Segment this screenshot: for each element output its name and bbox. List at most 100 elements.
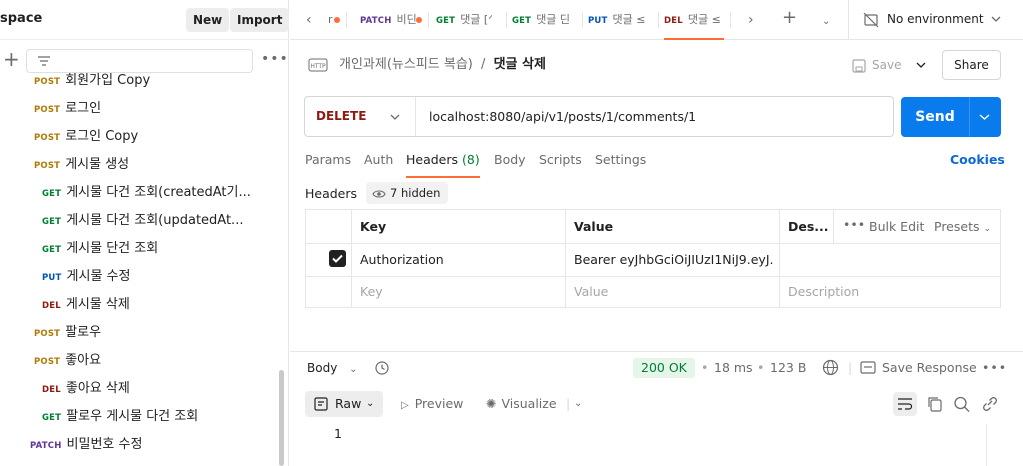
sidebar-item[interactable]: DEL 게시물 삭제 xyxy=(42,291,130,319)
divider xyxy=(306,243,1000,244)
header-value-cell[interactable]: Bearer eyJhbGciOiJIUzI1NiJ9.eyJ... xyxy=(574,252,774,267)
response-body-dropdown[interactable]: Body ⌄ xyxy=(307,361,358,375)
environment-selector[interactable]: No environment xyxy=(848,0,1023,40)
method-chevron-icon[interactable] xyxy=(390,113,400,121)
share-button[interactable]: Share xyxy=(942,50,1001,80)
chevron-down-icon: ⌄ xyxy=(366,398,375,409)
save-button[interactable]: Save xyxy=(852,55,901,75)
sidebar-item[interactable]: POST 로그인 Copy xyxy=(34,123,138,151)
method-badge: GET xyxy=(512,16,532,26)
hidden-headers-toggle[interactable]: 7 hidden xyxy=(366,182,449,204)
globe-icon[interactable] xyxy=(822,359,839,376)
breadcrumb-separator: / xyxy=(481,57,486,72)
body-label: Body xyxy=(307,361,338,375)
sidebar-item[interactable]: POST 좋아요 xyxy=(34,347,101,375)
sidebar-item[interactable]: POST 게시물 생성 xyxy=(34,151,129,179)
copy-icon[interactable] xyxy=(925,395,945,413)
tab-label: r xyxy=(328,13,333,26)
sidebar-item[interactable]: PUT 게시물 수정 xyxy=(42,263,130,291)
sidebar-item[interactable]: DEL 좋아요 삭제 xyxy=(42,375,130,403)
tab-settings[interactable]: Settings xyxy=(595,152,646,176)
method-badge: GET xyxy=(42,217,62,227)
sidebar-item[interactable]: PATCH 비밀번호 수정 xyxy=(30,431,142,459)
editor-scroll-edge xyxy=(986,424,987,466)
new-description-input[interactable]: Description xyxy=(788,284,859,299)
sidebar-item[interactable]: GET 게시물 다건 조회(createdAt기... xyxy=(42,179,251,207)
request-tab[interactable]: DEL 댓글 ≤ xyxy=(664,0,724,40)
request-tab[interactable]: PATCH 비딘 xyxy=(360,0,422,40)
header-key-cell[interactable]: Authorization xyxy=(360,252,444,267)
bulk-edit-button[interactable]: Bulk Edit xyxy=(869,219,924,234)
sidebar-item-label: 게시물 생성 xyxy=(65,157,130,172)
tab-auth[interactable]: Auth xyxy=(364,152,393,176)
sidebar-item[interactable]: POST 팔로우 xyxy=(34,319,101,347)
format-raw-dropdown[interactable]: Raw ⌄ xyxy=(305,391,383,417)
method-badge: POST xyxy=(34,161,61,171)
tab-list-chevron-icon[interactable]: ⌄ xyxy=(822,14,830,30)
sidebar-item[interactable]: GET 팔로우 게시물 다건 조회 xyxy=(42,403,198,431)
hidden-count: 7 hidden xyxy=(390,186,441,200)
new-key-input[interactable]: Key xyxy=(360,284,383,299)
request-tab[interactable]: PUT 댓글 ≤ xyxy=(588,0,652,40)
col-description-header[interactable]: Des... xyxy=(788,219,829,234)
response-size[interactable]: 123 B xyxy=(770,360,806,375)
visualize-button[interactable]: ✺ Visualize xyxy=(486,396,557,411)
raw-label: Raw xyxy=(335,396,362,411)
sidebar-item[interactable]: POST 회원가입 Copy xyxy=(34,67,150,95)
raw-icon xyxy=(314,397,328,411)
sidebar-item-label: 로그인 xyxy=(65,101,102,116)
meta-dot: • xyxy=(701,360,709,375)
import-button[interactable]: Import xyxy=(230,8,290,32)
sidebar-item[interactable]: GET 게시물 다건 조회(updatedAt... xyxy=(42,207,243,235)
sidebar-scrollbar[interactable] xyxy=(279,370,284,466)
request-tab[interactable]: GET 댓글 딘 xyxy=(512,0,576,40)
breadcrumb-request[interactable]: 댓글 삭제 xyxy=(494,57,546,72)
save-dropdown-icon[interactable] xyxy=(916,61,926,69)
sidebar-item-label: 비밀번호 수정 xyxy=(66,437,143,452)
breadcrumb-collection[interactable]: 개인과제(뉴스피드 복습) xyxy=(339,57,473,72)
chevron-down-icon[interactable]: ⌄ xyxy=(574,398,582,409)
headers-table: Key Value Des... ••• Bulk Edit Presets ⌄… xyxy=(305,209,1001,308)
tab-body[interactable]: Body xyxy=(494,152,526,176)
history-icon[interactable] xyxy=(374,360,390,376)
more-options-icon[interactable]: ••• xyxy=(843,217,865,232)
wrap-lines-button[interactable] xyxy=(893,392,917,416)
method-badge: POST xyxy=(34,77,61,87)
response-more-icon[interactable]: ••• xyxy=(982,360,1007,375)
new-tab-icon[interactable]: + xyxy=(782,9,797,27)
tab-headers[interactable]: Headers (8) xyxy=(406,152,480,178)
tab-scripts[interactable]: Scripts xyxy=(539,152,582,176)
response-time[interactable]: 18 ms xyxy=(714,360,753,375)
chevron-right-icon[interactable]: › xyxy=(748,12,754,28)
save-response-button[interactable]: Save Response xyxy=(882,360,977,375)
request-tab[interactable]: GET 댓글 [ᐟ xyxy=(436,0,500,40)
add-icon[interactable]: + xyxy=(3,49,20,69)
chevron-down-icon: ⌄ xyxy=(349,364,358,375)
chevron-left-icon[interactable]: ‹ xyxy=(306,12,312,28)
method-selector[interactable]: DELETE xyxy=(316,109,366,123)
preview-button[interactable]: ▷ Preview xyxy=(401,396,463,411)
method-badge: GET xyxy=(42,189,62,199)
cookies-link[interactable]: Cookies xyxy=(950,152,1005,167)
save-label: Save xyxy=(872,58,902,72)
sidebar: space New Import + ••• POST 회원가입 Copy POST… xyxy=(0,0,290,466)
headers-title: Headers xyxy=(305,186,358,201)
status-badge[interactable]: 200 OK xyxy=(633,358,695,378)
url-input[interactable]: localhost:8080/api/v1/posts/1/comments/1 xyxy=(429,109,696,124)
tab-label: 댓글 딘 xyxy=(536,13,571,26)
presets-dropdown[interactable]: Presets ⌄ xyxy=(934,219,991,234)
tab-params[interactable]: Params xyxy=(305,152,351,176)
search-icon[interactable] xyxy=(952,395,972,413)
new-value-input[interactable]: Value xyxy=(574,284,608,299)
more-options-icon[interactable]: ••• xyxy=(261,51,289,67)
new-button[interactable]: New xyxy=(186,8,230,32)
send-button[interactable]: Send xyxy=(901,97,1001,137)
header-enabled-checkbox[interactable] xyxy=(329,250,346,267)
method-badge: POST xyxy=(34,133,61,143)
sidebar-item[interactable]: GET 게시물 단건 조회 xyxy=(42,235,158,263)
play-icon: ▷ xyxy=(401,400,409,411)
sidebar-item[interactable]: POST 로그인 xyxy=(34,95,101,123)
sidebar-item-label: 게시물 다건 조회(updatedAt... xyxy=(66,213,244,228)
link-icon[interactable] xyxy=(980,395,1000,413)
send-options-chevron-icon[interactable] xyxy=(979,113,990,121)
